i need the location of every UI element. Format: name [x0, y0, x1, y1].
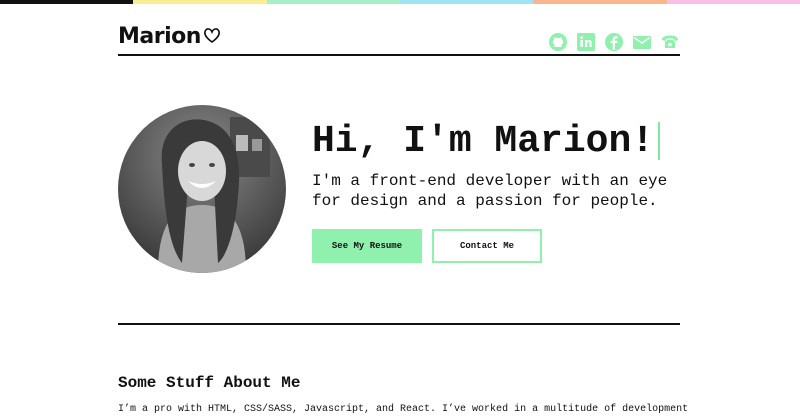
about-heading: Some Stuff About Me	[118, 374, 301, 392]
facebook-icon[interactable]	[604, 32, 624, 52]
typing-cursor	[658, 121, 661, 160]
phone-icon[interactable]	[660, 32, 680, 52]
section-divider	[118, 323, 680, 325]
contact-button[interactable]: Contact Me	[432, 229, 542, 263]
resume-button[interactable]: See My Resume	[312, 229, 422, 263]
hero-buttons: See My Resume Contact Me	[312, 229, 672, 263]
site-header: Marion	[118, 22, 680, 56]
about-text: I’m a pro with HTML, CSS/SASS, Javascrip…	[118, 404, 689, 415]
top-color-stripe	[0, 0, 800, 4]
logo-text: Marion	[118, 24, 201, 49]
social-links	[548, 32, 680, 52]
email-icon[interactable]	[632, 32, 652, 52]
github-icon[interactable]	[548, 32, 568, 52]
heart-icon	[203, 24, 221, 49]
hero-tagline: I'm a front-end developer with an eye fo…	[312, 172, 668, 210]
hero-text: Hi, I'm Marion! I'm a front-end develope…	[312, 119, 672, 263]
hero-section: Hi, I'm Marion! I'm a front-end develope…	[118, 105, 680, 275]
hero-heading: Hi, I'm Marion!	[312, 119, 672, 165]
profile-photo	[118, 105, 286, 273]
logo-link[interactable]: Marion	[118, 24, 221, 49]
linkedin-icon[interactable]	[576, 32, 596, 52]
